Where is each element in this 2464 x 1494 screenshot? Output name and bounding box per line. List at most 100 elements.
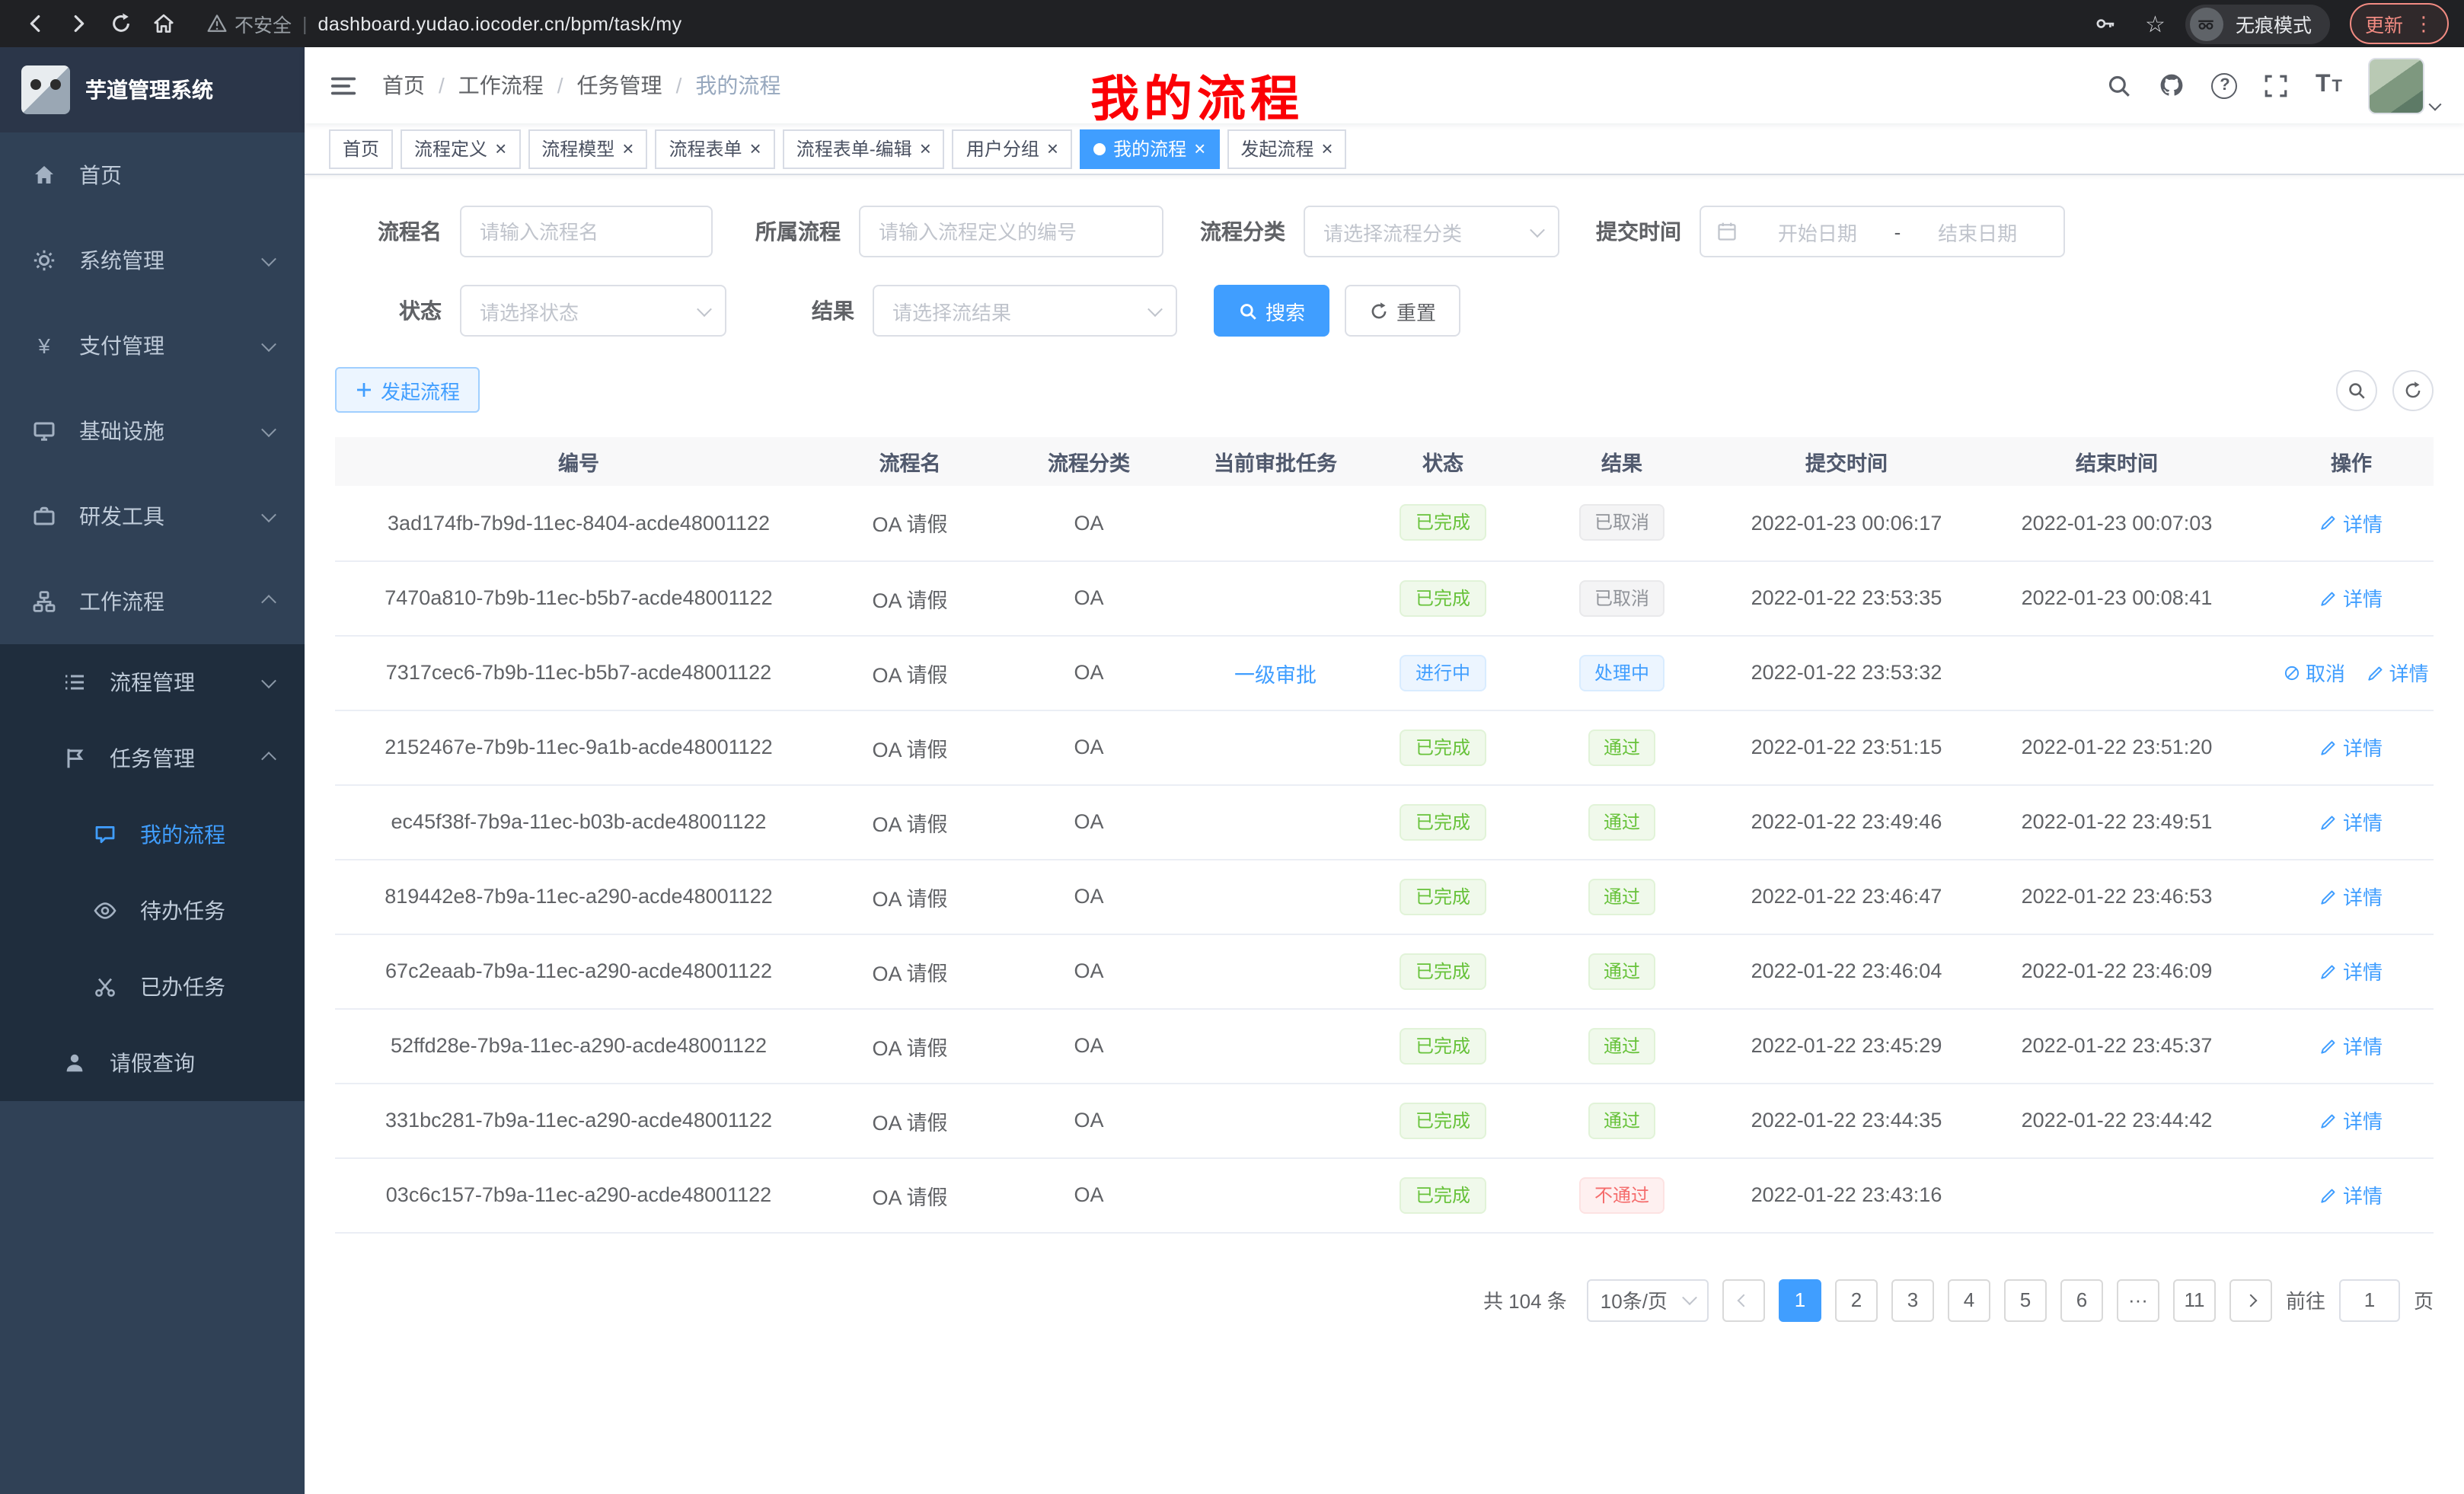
sidebar-item-workflow[interactable]: 工作流程 bbox=[0, 559, 305, 644]
breadcrumb-item[interactable]: 工作流程 bbox=[458, 70, 544, 101]
cancel-action[interactable]: 取消 bbox=[2283, 658, 2345, 687]
sidebar-item-devtools[interactable]: 研发工具 bbox=[0, 474, 305, 559]
sidebar-item-system[interactable]: 系统管理 bbox=[0, 218, 305, 303]
next-page-button[interactable] bbox=[2229, 1279, 2272, 1321]
list-icon bbox=[61, 670, 88, 694]
tab[interactable]: 流程定义 × bbox=[401, 129, 520, 168]
user-menu[interactable] bbox=[2368, 57, 2440, 113]
update-label: 更新 bbox=[2365, 9, 2403, 38]
detail-action[interactable]: 详情 bbox=[2367, 658, 2429, 687]
breadcrumb-item[interactable]: 任务管理 bbox=[577, 70, 662, 101]
close-icon[interactable]: × bbox=[1194, 139, 1205, 158]
sidebar-item-payment[interactable]: ¥ 支付管理 bbox=[0, 303, 305, 388]
category-select[interactable]: 请选择流程分类 bbox=[1304, 206, 1559, 257]
close-icon[interactable]: × bbox=[750, 139, 761, 158]
font-size-icon[interactable]: TT bbox=[2316, 73, 2342, 97]
top-navbar: 首页 / 工作流程 / 任务管理 / 我的流程 ? bbox=[305, 47, 2464, 123]
page-size-select[interactable]: 10条/页 bbox=[1587, 1279, 1709, 1321]
tab[interactable]: 流程表单 × bbox=[655, 129, 774, 168]
breadcrumb-item[interactable]: 首页 bbox=[382, 70, 425, 101]
back-icon[interactable] bbox=[15, 4, 55, 43]
sidebar-item-process-management[interactable]: 流程管理 bbox=[0, 644, 305, 720]
sidebar-item-todo-tasks[interactable]: 待办任务 bbox=[0, 873, 305, 949]
sidebar-item-home[interactable]: 首页 bbox=[0, 132, 305, 218]
page-button[interactable]: 5 bbox=[2004, 1279, 2047, 1321]
prev-page-button[interactable] bbox=[1722, 1279, 1765, 1321]
detail-action[interactable]: 详情 bbox=[2320, 583, 2383, 612]
detail-action[interactable]: 详情 bbox=[2320, 733, 2383, 761]
sidebar-item-done-tasks[interactable]: 已办任务 bbox=[0, 949, 305, 1025]
result-cell: 不通过 bbox=[1515, 1157, 1728, 1232]
page-button[interactable]: ··· bbox=[2117, 1279, 2159, 1321]
url-text[interactable]: dashboard.yudao.iocoder.cn/bpm/task/my bbox=[318, 13, 682, 34]
page-button[interactable]: 1 bbox=[1779, 1279, 1821, 1321]
tab[interactable]: 用户分组 × bbox=[953, 129, 1072, 168]
hamburger-icon[interactable] bbox=[329, 71, 358, 100]
detail-action[interactable]: 详情 bbox=[2320, 509, 2383, 538]
close-icon[interactable]: × bbox=[1321, 139, 1333, 158]
process-name-cell: OA 请假 bbox=[822, 784, 997, 859]
search-button[interactable]: 搜索 bbox=[1214, 285, 1329, 337]
help-icon[interactable]: ? bbox=[2212, 72, 2238, 98]
detail-action[interactable]: 详情 bbox=[2320, 1180, 2383, 1209]
tab[interactable]: 我的流程 × bbox=[1080, 129, 1219, 168]
detail-action[interactable]: 详情 bbox=[2320, 807, 2383, 836]
goto-page-input[interactable] bbox=[2339, 1279, 2400, 1321]
toggle-search-icon[interactable] bbox=[2336, 369, 2377, 410]
sidebar-item-my-process[interactable]: 我的流程 bbox=[0, 796, 305, 873]
bookmark-star-icon[interactable]: ☆ bbox=[2145, 10, 2166, 37]
forward-icon[interactable] bbox=[58, 4, 97, 43]
detail-action[interactable]: 详情 bbox=[2320, 956, 2383, 985]
security-warning[interactable]: 不安全 bbox=[207, 9, 292, 38]
chevron-down-icon bbox=[699, 305, 710, 316]
page-body: 芋道管理系统 首页 系统管理 ¥ 支付管理 bbox=[0, 47, 2464, 1494]
github-icon[interactable] bbox=[2159, 72, 2186, 99]
sidebar-logo[interactable]: 芋道管理系统 bbox=[0, 47, 305, 132]
tab[interactable]: 流程模型 × bbox=[528, 129, 647, 168]
process-id-input[interactable] bbox=[859, 206, 1163, 257]
detail-action[interactable]: 详情 bbox=[2320, 1106, 2383, 1135]
update-button[interactable]: 更新 ⋮ bbox=[2350, 3, 2449, 44]
detail-action[interactable]: 详情 bbox=[2320, 1031, 2383, 1060]
page-button[interactable]: 2 bbox=[1835, 1279, 1878, 1321]
result-select[interactable]: 请选择流结果 bbox=[873, 285, 1177, 337]
reload-icon[interactable] bbox=[101, 4, 140, 43]
close-icon[interactable]: × bbox=[1047, 139, 1058, 158]
sidebar-item-leave-query[interactable]: 请假查询 bbox=[0, 1025, 305, 1101]
reset-button[interactable]: 重置 bbox=[1345, 285, 1460, 337]
avatar[interactable] bbox=[2368, 57, 2424, 113]
date-range-picker[interactable]: 开始日期 - 结束日期 bbox=[1700, 206, 2065, 257]
start-date-placeholder[interactable]: 开始日期 bbox=[1747, 217, 1888, 246]
end-date-placeholder[interactable]: 结束日期 bbox=[1907, 217, 2048, 246]
key-icon[interactable] bbox=[2086, 4, 2125, 43]
chevron-up-icon bbox=[263, 753, 274, 764]
fullscreen-icon[interactable] bbox=[2264, 72, 2290, 98]
calendar-icon bbox=[1716, 221, 1738, 242]
close-icon[interactable]: × bbox=[920, 139, 931, 158]
home-button-icon[interactable] bbox=[143, 4, 183, 43]
sidebar-item-task-management[interactable]: 任务管理 bbox=[0, 720, 305, 796]
table-row: 7470a810-7b9b-11ec-b5b7-acde48001122 OA … bbox=[335, 560, 2434, 635]
create-process-button[interactable]: 发起流程 bbox=[335, 367, 480, 413]
page-button[interactable]: 4 bbox=[1948, 1279, 1990, 1321]
address-bar[interactable]: 不安全 | dashboard.yudao.iocoder.cn/bpm/tas… bbox=[207, 9, 2083, 38]
table-row: 2152467e-7b9b-11ec-9a1b-acde48001122 OA … bbox=[335, 710, 2434, 784]
status-badge: 已完成 bbox=[1400, 729, 1486, 765]
status-select[interactable]: 请选择状态 bbox=[460, 285, 726, 337]
page-button[interactable]: 6 bbox=[2060, 1279, 2103, 1321]
tab[interactable]: 发起流程 × bbox=[1227, 129, 1346, 168]
detail-action[interactable]: 详情 bbox=[2320, 882, 2383, 911]
process-name-input[interactable] bbox=[460, 206, 713, 257]
sidebar-item-infrastructure[interactable]: 基础设施 bbox=[0, 388, 305, 474]
search-icon[interactable] bbox=[2107, 72, 2133, 98]
page-button[interactable]: 3 bbox=[1891, 1279, 1934, 1321]
tab[interactable]: 首页 × bbox=[329, 129, 393, 168]
refresh-table-icon[interactable] bbox=[2392, 369, 2434, 410]
close-icon[interactable]: × bbox=[495, 139, 506, 158]
close-icon[interactable]: × bbox=[622, 139, 634, 158]
page-list: 1 2 3 4 5 6 ··· bbox=[1779, 1279, 2216, 1321]
current-task-link[interactable]: 一级审批 bbox=[1234, 663, 1317, 686]
browser-menu-icon[interactable]: ⋮ bbox=[2414, 14, 2434, 34]
tab[interactable]: 流程表单-编辑 × bbox=[783, 129, 945, 168]
page-button[interactable]: 11 bbox=[2173, 1279, 2216, 1321]
